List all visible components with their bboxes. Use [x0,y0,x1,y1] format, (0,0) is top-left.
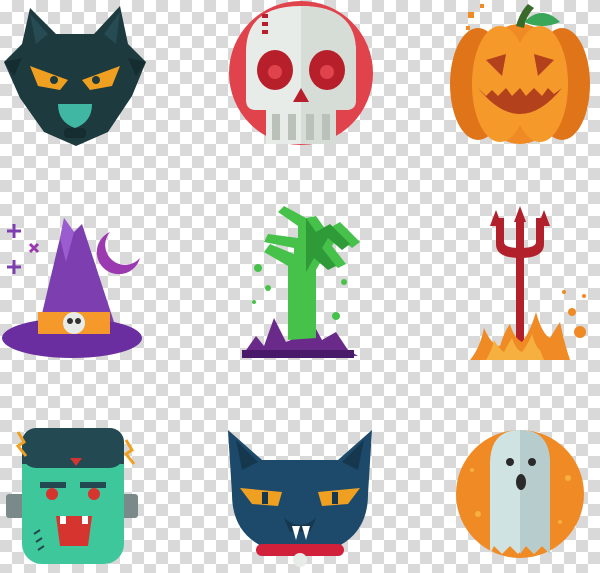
jack-o-lantern-icon [450,4,590,144]
ghost-icon [456,430,584,558]
pitchfork-icon [470,206,586,360]
skull-icon [229,1,373,145]
black-cat-icon [228,430,372,567]
zombie-hand-icon [242,206,360,358]
werewolf-icon [4,6,146,146]
icon-sheet-svg [2,1,590,567]
witch-hat-icon [2,218,142,358]
frankenstein-icon [6,428,138,564]
icon-sheet [0,0,600,573]
